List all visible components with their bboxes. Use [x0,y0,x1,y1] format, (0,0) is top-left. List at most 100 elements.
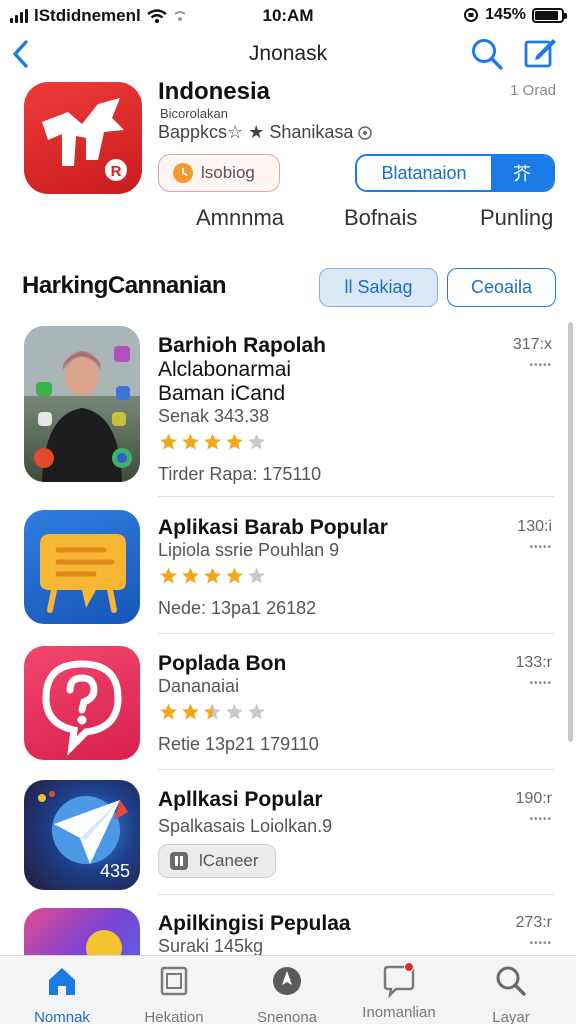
divider [158,633,554,634]
icon-badge-text: 435 [99,861,130,881]
app-line-2: Tirder Rapa: 175110 [158,464,322,484]
subtab-2[interactable]: Bofnais [344,205,417,231]
svg-text:R: R [111,163,122,180]
battery-fill [535,10,559,20]
section-title: HarkingCannanian [22,272,227,299]
status-bar: lStdidnemenl 10:AM 145% [0,0,576,30]
battery-percent: 145% [485,6,526,23]
tab-label: Inomanlian [362,1004,436,1021]
rating-stars [158,566,267,586]
tab-label: Nomnak [34,1009,90,1024]
list-item[interactable]: Apilkingisi Pepulaa Suraki 145kg 273:r •… [0,908,560,958]
star-icon [182,567,199,584]
app-line-1: Dananaiai [158,676,240,696]
message-icon [382,962,416,999]
section-secondary-button[interactable]: Ceoaila [447,268,556,307]
app-price[interactable]: 190:r [516,790,552,808]
star-icon [160,567,177,584]
app-line-1: Spalkasais Loiolkan.9 [158,816,333,836]
tab-compass[interactable]: Snenona [232,964,342,1024]
featured-subtabs: Amnnma Bofnais Punling [196,205,558,235]
more-dots-icon[interactable]: ••••• [529,938,552,949]
segment-left[interactable]: Blatanaion [357,156,491,190]
question-bubble-graphic [42,660,122,756]
nav-bar: Jnonask [0,32,576,76]
app-price[interactable]: 130:i [517,518,552,536]
app-title-line-3: Baman iCand [158,382,286,405]
rating-stars [158,432,267,452]
featured-count: 1 Orad [510,82,556,99]
star-icon [160,703,177,720]
more-dots-icon[interactable]: ••••• [529,678,552,689]
paper-plane-icon: 435 [24,780,140,890]
search-icon[interactable] [470,37,504,71]
status-right: 145% [463,6,567,24]
app-line-2: Retie 13p21 179110 [158,734,319,754]
subtab-1[interactable]: Amnnma [196,205,284,231]
compose-icon[interactable] [522,34,558,70]
app-title: Apllkasi Popular [158,788,323,811]
chat-board-graphic [40,534,126,613]
more-dots-icon[interactable]: ••••• [529,814,552,825]
scrollbar[interactable] [568,322,573,742]
segment-right[interactable]: 芥 [491,156,553,190]
divider [158,769,554,770]
list-item[interactable]: 435 Apllkasi Popular Spalkasais Loiolkan… [0,780,560,892]
tab-messages[interactable]: Inomanlian [344,962,454,1021]
app-title-line-1: Barhioh Rapolah [158,334,327,357]
featured-app-icon[interactable]: R [24,82,142,194]
tab-bar: Nomnak Hekation Snenona Inomanlian Layar [0,955,576,1024]
star-icon [226,433,243,450]
chip-label: lsobiog [201,163,255,182]
star-icon [160,433,177,450]
tab-home[interactable]: Nomnak [7,964,117,1024]
subtab-3[interactable]: Punling [480,205,553,231]
app-title: Aplikasi Barab Popular [158,516,388,539]
divider [158,894,554,895]
star-icon [248,567,265,584]
app-line-1: Suraki 145kg [158,936,264,956]
star-icon [182,433,199,450]
chat-board-icon [24,510,140,624]
list-item[interactable]: Barhioh Rapolah Alclabonarmai Baman iCan… [0,326,560,496]
gradient-app-graphic [86,930,122,958]
app-line-1: Lipiola ssrie Pouhlan 9 [158,540,340,560]
featured-chip[interactable]: lsobiog [158,154,280,192]
notification-dot [404,962,414,972]
more-dots-icon[interactable]: ••••• [529,542,552,553]
tab-label: Snenona [256,1009,318,1024]
app-pill-icon [170,852,188,870]
star-icon [226,567,243,584]
tab-label: Hekation [144,1009,204,1024]
tab-search[interactable]: Layar [456,964,566,1024]
list-item[interactable]: Poplada Bon Dananaiai Retie 13p21 179110… [0,646,560,766]
clock-icon [173,163,193,183]
star-icon [226,703,243,720]
gradient-app-icon [24,908,140,958]
portrait-image [24,326,140,482]
segmented-control[interactable]: Blatanaion 芥 [355,154,555,192]
app-title: Poplada Bon [158,652,287,675]
app-price[interactable]: 317:x [513,336,552,354]
info-icon[interactable] [357,125,373,141]
compass-icon [273,967,301,995]
app-title: Apilkingisi Pepulaa [158,912,351,935]
star-icon [204,567,221,584]
app-price[interactable]: 273:r [516,914,552,932]
list-item[interactable]: Aplikasi Barab Popular Lipiola ssrie Pou… [0,510,560,630]
star-icon [204,703,221,720]
search-icon [496,966,526,996]
star-icon [248,433,265,450]
app-action-pill[interactable]: lCaneer [158,844,276,878]
star-icon [248,703,265,720]
rating-stars [158,702,267,722]
more-dots-icon[interactable]: ••••• [529,360,552,371]
featured-app-name: Indonesia [158,78,271,105]
pill-label: lCaneer [199,851,259,870]
tab-label: Layar [492,1009,530,1024]
plane-logo-icon: R [42,98,127,181]
app-price[interactable]: 133:r [516,654,552,672]
section-primary-button[interactable]: ll Sakiag [319,268,438,307]
tab-frame[interactable]: Hekation [119,964,229,1024]
app-line-1: Senak 343.38 [158,406,270,426]
